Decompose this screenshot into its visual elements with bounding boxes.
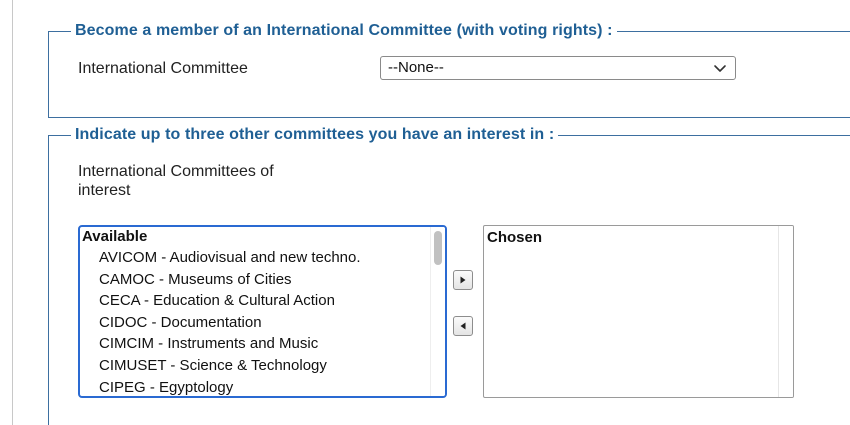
triangle-left-icon xyxy=(460,322,466,330)
chosen-scrollbar[interactable] xyxy=(778,226,793,397)
list-item[interactable]: CIDOC - Documentation xyxy=(80,312,445,334)
international-committee-label: International Committee xyxy=(78,60,248,77)
select-value: --None-- xyxy=(388,59,444,76)
available-scrollbar[interactable] xyxy=(430,227,445,396)
remove-from-chosen-button[interactable] xyxy=(453,316,473,336)
interests-label-line2: interest xyxy=(78,182,131,199)
available-header: Available xyxy=(82,228,148,245)
chosen-header: Chosen xyxy=(487,229,543,246)
list-item[interactable]: CIMUSET - Science & Technology xyxy=(80,355,445,377)
list-item[interactable]: AVICOM - Audiovisual and new techno. xyxy=(80,247,445,269)
interests-legend: Indicate up to three other committees yo… xyxy=(75,126,555,143)
list-item[interactable]: CECA - Education & Cultural Action xyxy=(80,290,445,312)
interests-label: International Committees of interest xyxy=(78,162,274,200)
available-listbox[interactable]: Available AVICOM - Audiovisual and new t… xyxy=(78,225,447,398)
form-page: Become a member of an International Comm… xyxy=(0,0,850,425)
list-item[interactable]: CIPEG - Egyptology xyxy=(80,377,445,396)
interests-label-line1: International Committees of xyxy=(78,163,274,180)
membership-legend: Become a member of an International Comm… xyxy=(75,22,613,39)
chevron-down-icon xyxy=(714,65,726,72)
international-committee-select[interactable]: --None-- xyxy=(380,56,736,80)
available-items: AVICOM - Audiovisual and new techno. CAMO… xyxy=(80,247,445,396)
list-item[interactable]: CAMOC - Museums of Cities xyxy=(80,269,445,291)
available-scroll-thumb[interactable] xyxy=(434,231,442,265)
chosen-listbox[interactable]: Chosen xyxy=(483,225,794,398)
add-to-chosen-button[interactable] xyxy=(453,270,473,290)
list-item[interactable]: CIMCIM - Instruments and Music xyxy=(80,333,445,355)
triangle-right-icon xyxy=(460,276,466,284)
page-left-border xyxy=(12,0,13,425)
